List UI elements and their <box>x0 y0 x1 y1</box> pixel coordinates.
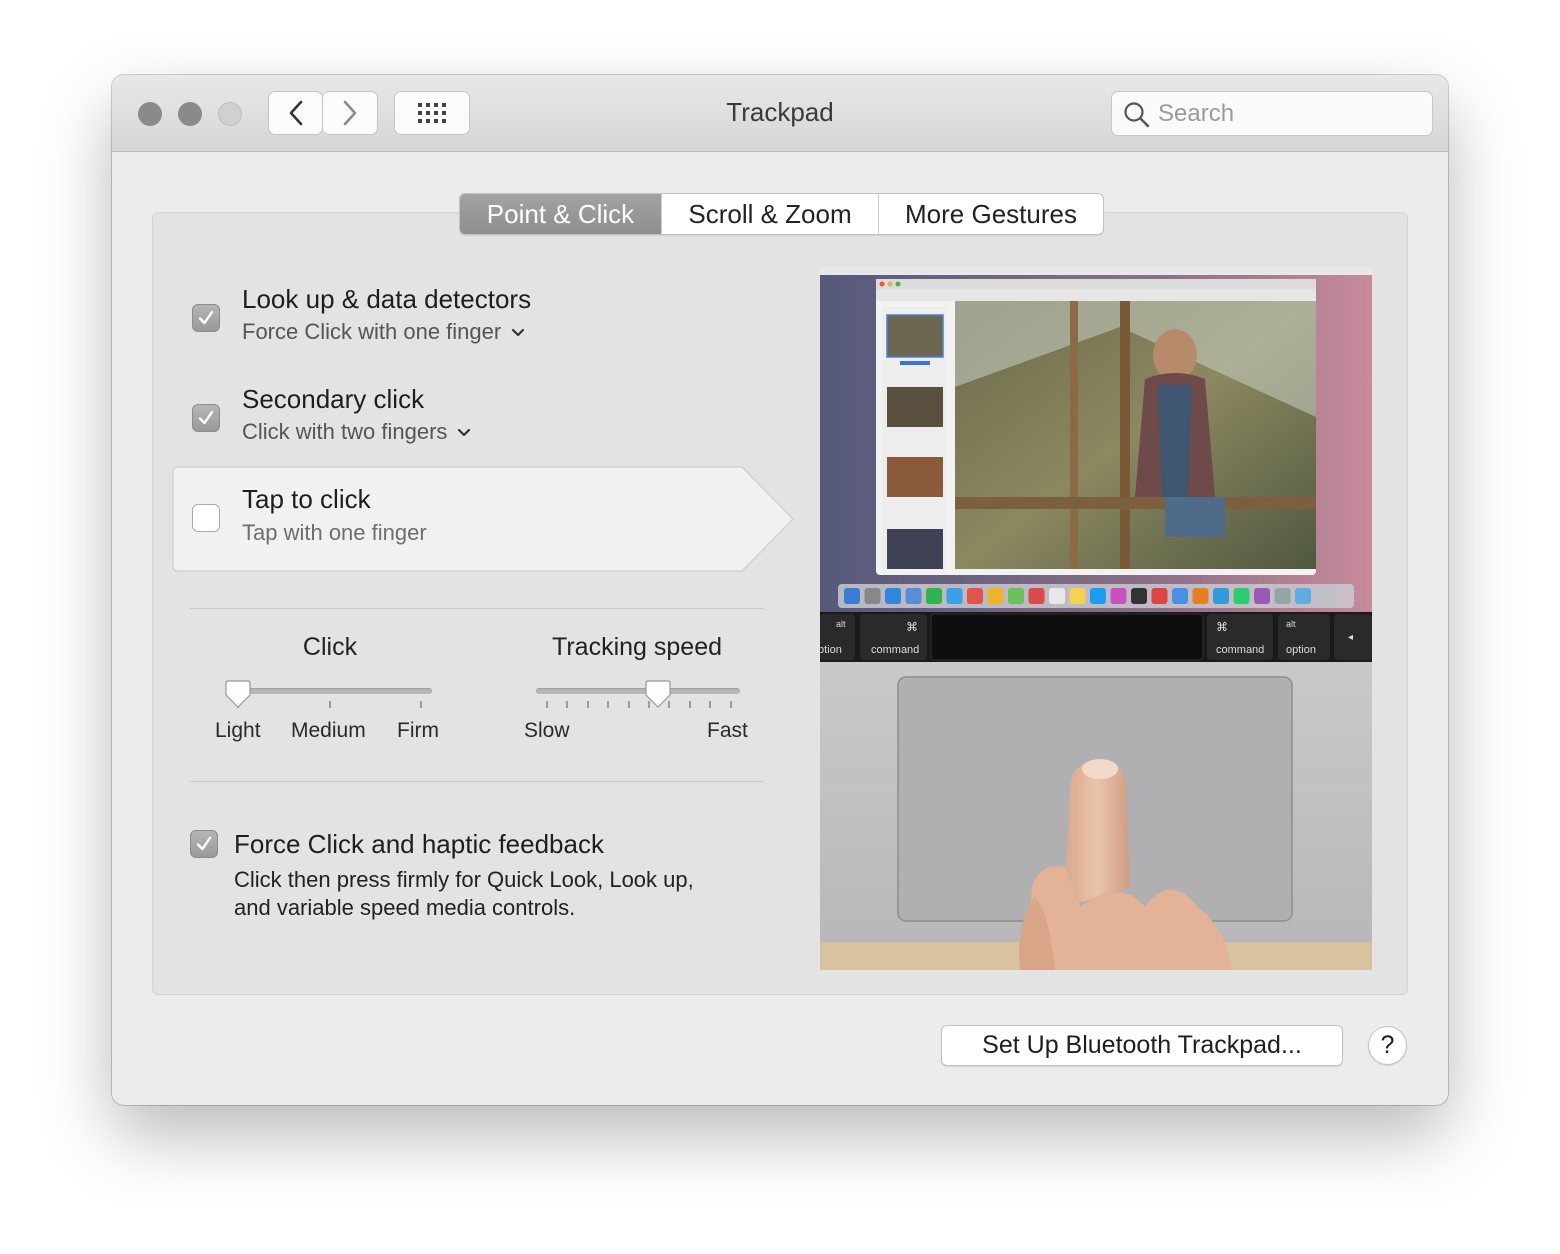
dock-app-icon <box>1172 588 1188 604</box>
key-command-right-label: command <box>1216 644 1264 656</box>
checkmark-icon <box>198 310 214 325</box>
key-command-left-label: command <box>871 644 919 656</box>
tab-point-and-click[interactable]: Point & Click <box>460 194 661 234</box>
search-field[interactable] <box>1111 91 1433 136</box>
chevron-down-icon <box>512 329 525 337</box>
search-icon <box>1124 102 1150 128</box>
lookup-title: Look up & data detectors <box>242 284 532 314</box>
dock-app-icon <box>844 588 860 604</box>
gesture-preview-video: alt ption ⌘ command ⌘ command alt option… <box>820 267 1372 970</box>
preview-illustration: alt ption ⌘ command ⌘ command alt option… <box>820 267 1372 970</box>
tick-mark <box>420 701 422 708</box>
key-alt-right-label: alt <box>1286 619 1296 629</box>
dock-app-icon <box>1274 588 1291 604</box>
force-click-title: Force Click and haptic feedback <box>234 829 604 859</box>
key-cmd-symbol-right: ⌘ <box>1216 620 1228 634</box>
search-input[interactable] <box>1156 98 1420 130</box>
chevron-down-icon <box>458 429 471 437</box>
tick-mark <box>546 701 548 708</box>
tab-bar: Point & Click Scroll & Zoom More Gesture… <box>459 193 1104 235</box>
tracking-max-label: Fast <box>707 719 748 742</box>
selected-option-highlight <box>172 466 794 572</box>
dock-app-icon <box>1192 588 1209 604</box>
trackpad-preferences-window: Trackpad Point & Click Scroll & Zoom Mor… <box>112 75 1448 1105</box>
secondary-click-checkbox[interactable] <box>192 404 220 432</box>
secondary-click-title: Secondary click <box>242 384 425 414</box>
force-click-description-line-2: and variable speed media controls. <box>234 895 576 920</box>
dock-app-icon <box>885 588 901 604</box>
tick-mark <box>607 701 610 708</box>
dock-app-icon <box>1028 588 1045 604</box>
tap-to-click-checkbox[interactable] <box>192 504 220 532</box>
click-tick-light: Light <box>215 719 261 742</box>
lookup-checkbox[interactable] <box>192 304 220 332</box>
tick-mark <box>709 701 712 708</box>
tap-to-click-subtitle: Tap with one finger <box>242 520 427 545</box>
dock-app-icon <box>864 588 881 604</box>
key-option-right-label: option <box>1286 644 1316 656</box>
checkmark-icon <box>196 836 212 851</box>
divider <box>190 781 764 782</box>
setup-bluetooth-trackpad-button[interactable]: Set Up Bluetooth Trackpad... <box>941 1025 1343 1066</box>
force-click-checkbox[interactable] <box>190 830 218 858</box>
tracking-speed-label: Tracking speed <box>552 633 722 661</box>
dock-app-icon <box>1233 588 1250 604</box>
tick-mark <box>586 701 589 708</box>
key-option-left-label: ption <box>820 644 842 656</box>
click-tick-firm: Firm <box>397 719 439 742</box>
key-arrow-label: ◂ <box>1348 632 1353 643</box>
dock-app-icon <box>987 588 1004 604</box>
click-slider-thumb[interactable] <box>225 679 251 709</box>
lookup-dropdown[interactable]: Force Click with one finger <box>242 319 525 345</box>
secondary-click-dropdown[interactable]: Click with two fingers <box>242 419 471 445</box>
tick-mark <box>566 701 569 708</box>
key-alt-label: alt <box>836 619 846 629</box>
dock-app-icon <box>1131 588 1147 604</box>
tracking-min-label: Slow <box>524 719 570 742</box>
tick-mark <box>627 701 630 708</box>
title-bar: Trackpad <box>112 75 1448 152</box>
checkmark-icon <box>198 410 214 425</box>
force-click-description-line-1: Click then press firmly for Quick Look, … <box>234 867 694 892</box>
tap-to-click-title: Tap to click <box>242 484 371 514</box>
lookup-subtitle: Force Click with one finger <box>242 319 502 344</box>
tab-more-gestures[interactable]: More Gestures <box>878 194 1103 234</box>
dock-app-icon <box>1295 588 1311 604</box>
dock-app-icon <box>946 588 963 604</box>
dock-app-icon <box>1049 588 1065 604</box>
dock-app-icon <box>1110 588 1127 604</box>
key-cmd-symbol-left: ⌘ <box>906 620 918 634</box>
tick-mark <box>729 701 732 708</box>
tab-scroll-and-zoom[interactable]: Scroll & Zoom <box>661 194 878 234</box>
click-slider-track[interactable] <box>230 688 432 694</box>
help-button[interactable]: ? <box>1368 1026 1407 1065</box>
tick-mark <box>688 701 691 708</box>
click-tick-medium: Medium <box>291 719 366 742</box>
click-slider-label: Click <box>302 633 358 661</box>
dock-app-icon <box>1254 588 1270 604</box>
tick-mark <box>329 701 331 708</box>
dock-app-icon <box>967 588 983 604</box>
tracking-speed-track[interactable] <box>536 688 740 694</box>
dock-app-icon <box>1069 588 1086 604</box>
dock-app-icon <box>1151 588 1168 604</box>
dock-app-icon <box>905 588 922 604</box>
dock-app-icon <box>1213 588 1229 604</box>
dock-app-icon <box>926 588 942 604</box>
dock-app-icon <box>1008 588 1024 604</box>
dock-app-icon <box>1090 588 1106 604</box>
divider <box>190 608 764 609</box>
secondary-click-subtitle: Click with two fingers <box>242 419 448 444</box>
dock-app-icon <box>1315 588 1332 604</box>
tracking-speed-thumb[interactable] <box>645 679 671 709</box>
